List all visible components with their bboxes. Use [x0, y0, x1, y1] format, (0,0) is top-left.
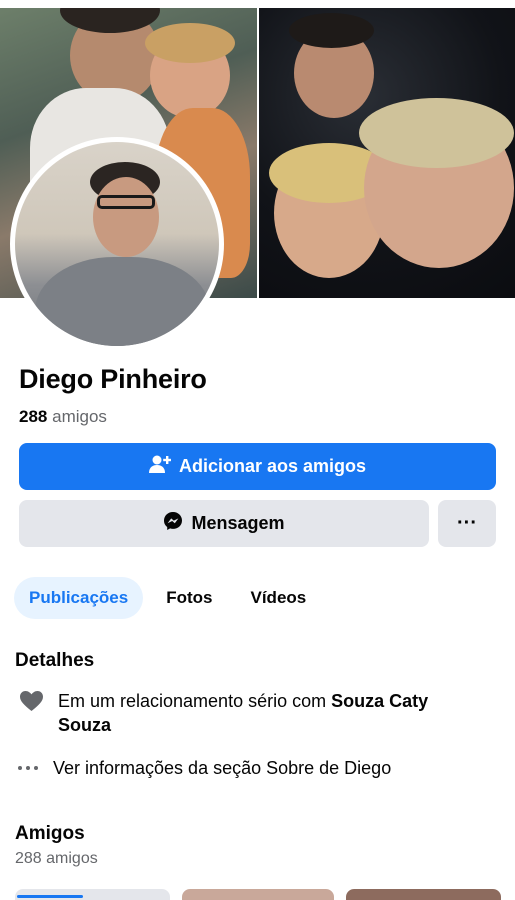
about-link-row[interactable]: Ver informações da seção Sobre de Diego [15, 756, 391, 780]
message-button[interactable]: Mensagem [19, 500, 429, 547]
heart-icon [18, 689, 44, 713]
add-friend-button[interactable]: Adicionar aos amigos [19, 443, 496, 490]
relationship-partner-line1[interactable]: Souza Caty [331, 691, 428, 711]
tab-videos[interactable]: Vídeos [236, 577, 322, 619]
messenger-icon [163, 511, 183, 536]
more-dots-icon [15, 756, 41, 780]
friends-count-number: 288 [19, 407, 48, 426]
profile-tabs: Publicações Fotos Vídeos [14, 577, 321, 619]
friends-count[interactable]: 288 amigos [19, 407, 107, 427]
friend-thumb[interactable] [346, 889, 501, 900]
relationship-prefix: Em um relacionamento sério com [58, 691, 332, 711]
friends-section-title: Amigos [15, 823, 85, 844]
profile-avatar[interactable] [10, 137, 224, 351]
relationship-row: Em um relacionamento sério com Souza Cat… [18, 689, 488, 737]
message-label: Mensagem [191, 513, 285, 533]
tab-fotos[interactable]: Fotos [151, 577, 227, 619]
profile-name: Diego Pinheiro [19, 364, 207, 394]
tab-publicacoes[interactable]: Publicações [14, 577, 144, 619]
about-link-label: Ver informações da seção Sobre de Diego [53, 758, 392, 778]
add-friend-label: Adicionar aos amigos [178, 456, 367, 476]
friends-count-word: amigos [52, 407, 107, 426]
details-title: Detalhes [15, 650, 95, 671]
friend-thumb[interactable] [182, 889, 334, 900]
relationship-partner-line2[interactable]: Souza [58, 715, 111, 735]
person-plus-icon [148, 454, 172, 479]
friends-thumbnails [15, 889, 505, 900]
profile-photo [15, 142, 219, 346]
friend-thumb-accent [17, 895, 83, 898]
more-dots-icon: ··· [457, 512, 477, 534]
more-options-button[interactable]: ··· [438, 500, 496, 547]
friends-section-subtitle[interactable]: 288 amigos [15, 850, 98, 868]
cover-photo-right [259, 8, 515, 298]
